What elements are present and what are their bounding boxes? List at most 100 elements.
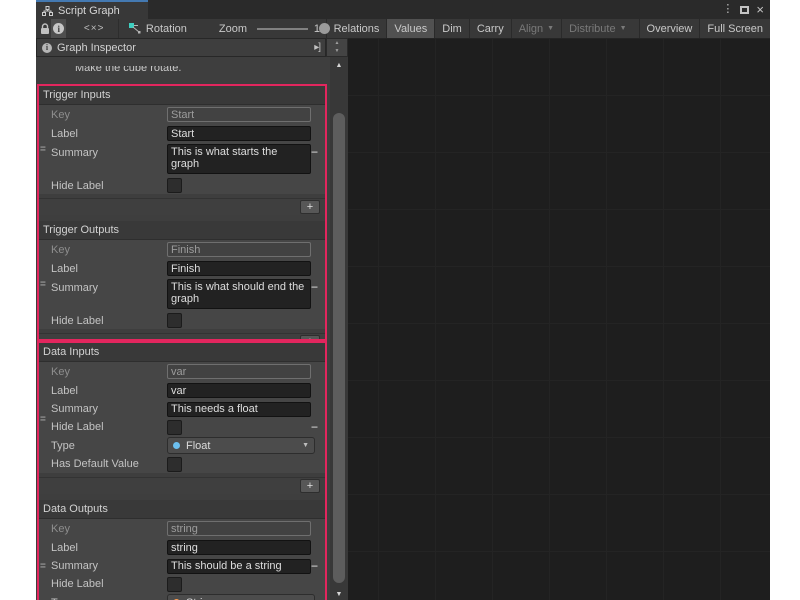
add-row-trigger-inputs: +: [39, 198, 325, 215]
field-row-summary: = Summary −: [39, 557, 325, 575]
lock-icon[interactable]: [38, 19, 51, 38]
field-row-label: Label: [39, 124, 325, 143]
panel-spinner[interactable]: ▲ ▼: [326, 38, 348, 57]
section-trigger-outputs: Key Label = Summary This is what should …: [39, 240, 325, 329]
type-dropdown[interactable]: String ▼: [167, 594, 315, 600]
inspector-content: Make the cube rotate. Trigger Inputs Key…: [36, 57, 330, 600]
graph-toolbar: i <×> Rotation Zoom 1x Relations: [36, 19, 770, 39]
scrollbar-thumb[interactable]: [333, 113, 345, 583]
window-menu-icon[interactable]: ⋮: [722, 4, 733, 15]
summary-textarea[interactable]: This is what should end the graph: [167, 279, 311, 309]
type-dropdown[interactable]: Float ▼: [167, 437, 315, 454]
rotation-node-icon: [129, 23, 141, 34]
section-header-trigger-outputs: Trigger Outputs: [39, 221, 325, 240]
field-row-hide-label: Hide Label: [39, 575, 325, 593]
add-item-button[interactable]: +: [300, 479, 320, 493]
highlight-box-data-ports: Data Inputs Key Label = Summary: [37, 341, 327, 600]
code-preview-icon[interactable]: <×>: [82, 19, 106, 38]
field-row-type: Type String ▼: [39, 593, 325, 600]
section-header-data-inputs: Data Inputs: [39, 343, 325, 362]
relations-button[interactable]: Relations: [326, 19, 387, 38]
spinner-up-icon[interactable]: ▲: [327, 39, 347, 47]
script-graph-window: Script Graph ⋮ × i <×>: [36, 0, 770, 600]
label-input[interactable]: [167, 261, 311, 276]
screenshot-stage: Script Graph ⋮ × i <×>: [0, 0, 800, 600]
section-header-trigger-inputs: Trigger Inputs: [39, 86, 325, 105]
key-input: [167, 107, 311, 122]
pin-panel-icon[interactable]: ▸]: [314, 42, 320, 53]
values-button[interactable]: Values: [386, 19, 434, 38]
field-row-hide-label: Hide Label −: [39, 418, 325, 436]
summary-input[interactable]: [167, 402, 311, 417]
graph-icon: [42, 6, 53, 16]
has-default-checkbox[interactable]: [167, 457, 182, 472]
add-item-button[interactable]: +: [300, 200, 320, 214]
section-data-outputs: Key Label = Summary −: [39, 519, 325, 600]
field-row-label: Label: [39, 259, 325, 278]
scroll-up-icon[interactable]: ▲: [330, 57, 348, 73]
field-row-hide-label: Hide Label: [39, 312, 325, 329]
inspector-toggle-button[interactable]: i: [51, 19, 66, 38]
label-input[interactable]: [167, 540, 311, 555]
hide-label-checkbox[interactable]: [167, 577, 182, 592]
field-row-label: Label: [39, 538, 325, 557]
drag-handle[interactable]: =: [40, 279, 46, 290]
chevron-down-icon: ▼: [620, 25, 627, 32]
field-row-key: Key: [39, 519, 325, 538]
field-row-summary: = Summary This is what should end the gr…: [39, 278, 325, 312]
remove-item-button[interactable]: −: [311, 280, 318, 294]
align-dropdown-button[interactable]: Align ▼: [511, 19, 561, 38]
key-input: [167, 521, 311, 536]
info-icon: i: [53, 23, 64, 34]
tab-title: Script Graph: [58, 5, 120, 17]
hide-label-checkbox[interactable]: [167, 420, 182, 435]
field-row-key: Key: [39, 362, 325, 381]
distribute-dropdown-button[interactable]: Distribute ▼: [561, 19, 633, 38]
graph-description-clipped: Make the cube rotate.: [75, 66, 330, 76]
tab-script-graph[interactable]: Script Graph: [36, 0, 148, 19]
close-icon[interactable]: ×: [756, 3, 764, 16]
inspector-scrollbar[interactable]: ▲ ▼: [330, 57, 348, 600]
chevron-down-icon: ▼: [547, 25, 554, 32]
remove-item-button[interactable]: −: [311, 145, 318, 159]
remove-item-button[interactable]: −: [311, 420, 318, 434]
summary-textarea[interactable]: This is what starts the graph: [167, 144, 311, 174]
add-row-trigger-outputs: +: [39, 333, 325, 341]
chevron-down-icon: ▼: [302, 442, 309, 449]
field-row-key: Key: [39, 105, 325, 124]
highlight-box-trigger-ports: Trigger Inputs Key Label = Summary: [37, 84, 327, 341]
hide-label-checkbox[interactable]: [167, 313, 182, 328]
summary-input[interactable]: [167, 559, 311, 574]
section-data-inputs: Key Label = Summary H: [39, 362, 325, 473]
full-screen-button[interactable]: Full Screen: [699, 19, 770, 38]
overview-button[interactable]: Overview: [639, 19, 700, 38]
dim-button[interactable]: Dim: [434, 19, 469, 38]
drag-handle[interactable]: =: [40, 561, 46, 572]
rotation-breadcrumb[interactable]: Rotation: [119, 23, 197, 35]
tab-bar: Script Graph ⋮ ×: [36, 0, 770, 19]
spinner-down-icon[interactable]: ▼: [327, 47, 347, 55]
info-icon: i: [42, 43, 52, 53]
hide-label-checkbox[interactable]: [167, 178, 182, 193]
label-input[interactable]: [167, 383, 311, 398]
field-row-key: Key: [39, 240, 325, 259]
label-input[interactable]: [167, 126, 311, 141]
section-header-data-outputs: Data Outputs: [39, 500, 325, 519]
section-trigger-inputs: Key Label = Summary This is what starts …: [39, 105, 325, 194]
graph-inspector-panel: i Graph Inspector ▸] ▲ ▼ Make the cube r…: [36, 38, 348, 600]
zoom-label: Zoom: [219, 23, 247, 35]
key-input: [167, 364, 311, 379]
field-row-label: Label: [39, 381, 325, 400]
remove-item-button[interactable]: −: [311, 559, 318, 573]
zoom-slider-handle[interactable]: [319, 23, 330, 34]
add-row-data-inputs: +: [39, 477, 325, 494]
rotation-label: Rotation: [146, 23, 187, 35]
scroll-down-icon[interactable]: ▼: [330, 591, 348, 598]
zoom-slider-track: [257, 28, 308, 30]
drag-handle[interactable]: =: [40, 144, 46, 155]
zoom-slider[interactable]: [257, 19, 308, 38]
carry-button[interactable]: Carry: [469, 19, 511, 38]
maximize-icon[interactable]: [740, 6, 749, 14]
field-row-type: Type Float ▼: [39, 436, 325, 455]
inspector-title: Graph Inspector: [57, 42, 136, 54]
